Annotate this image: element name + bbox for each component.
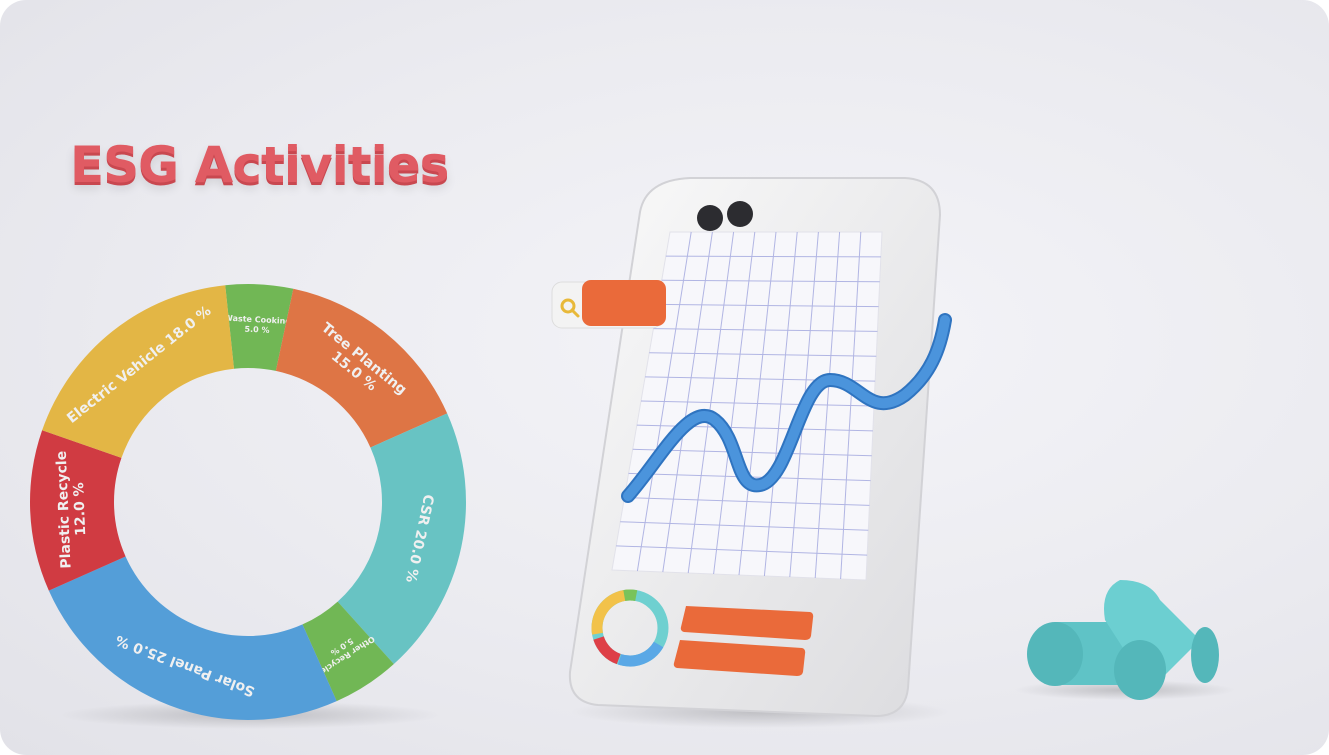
camera-lens-icon bbox=[727, 201, 753, 227]
camera-lens-icon bbox=[697, 205, 723, 231]
phone-illustration bbox=[551, 177, 952, 718]
illustration: Waste Cooking5.0 % Tree Planting15.0 %CSR… bbox=[30, 177, 1235, 729]
donut-shading bbox=[30, 284, 466, 720]
search-tag-bar bbox=[582, 280, 666, 326]
donut-chart: Waste Cooking5.0 % Tree Planting15.0 %CSR… bbox=[30, 284, 466, 720]
scene: ESG Activities Waste Cooking5.0 % Tree Pl… bbox=[0, 0, 1329, 755]
